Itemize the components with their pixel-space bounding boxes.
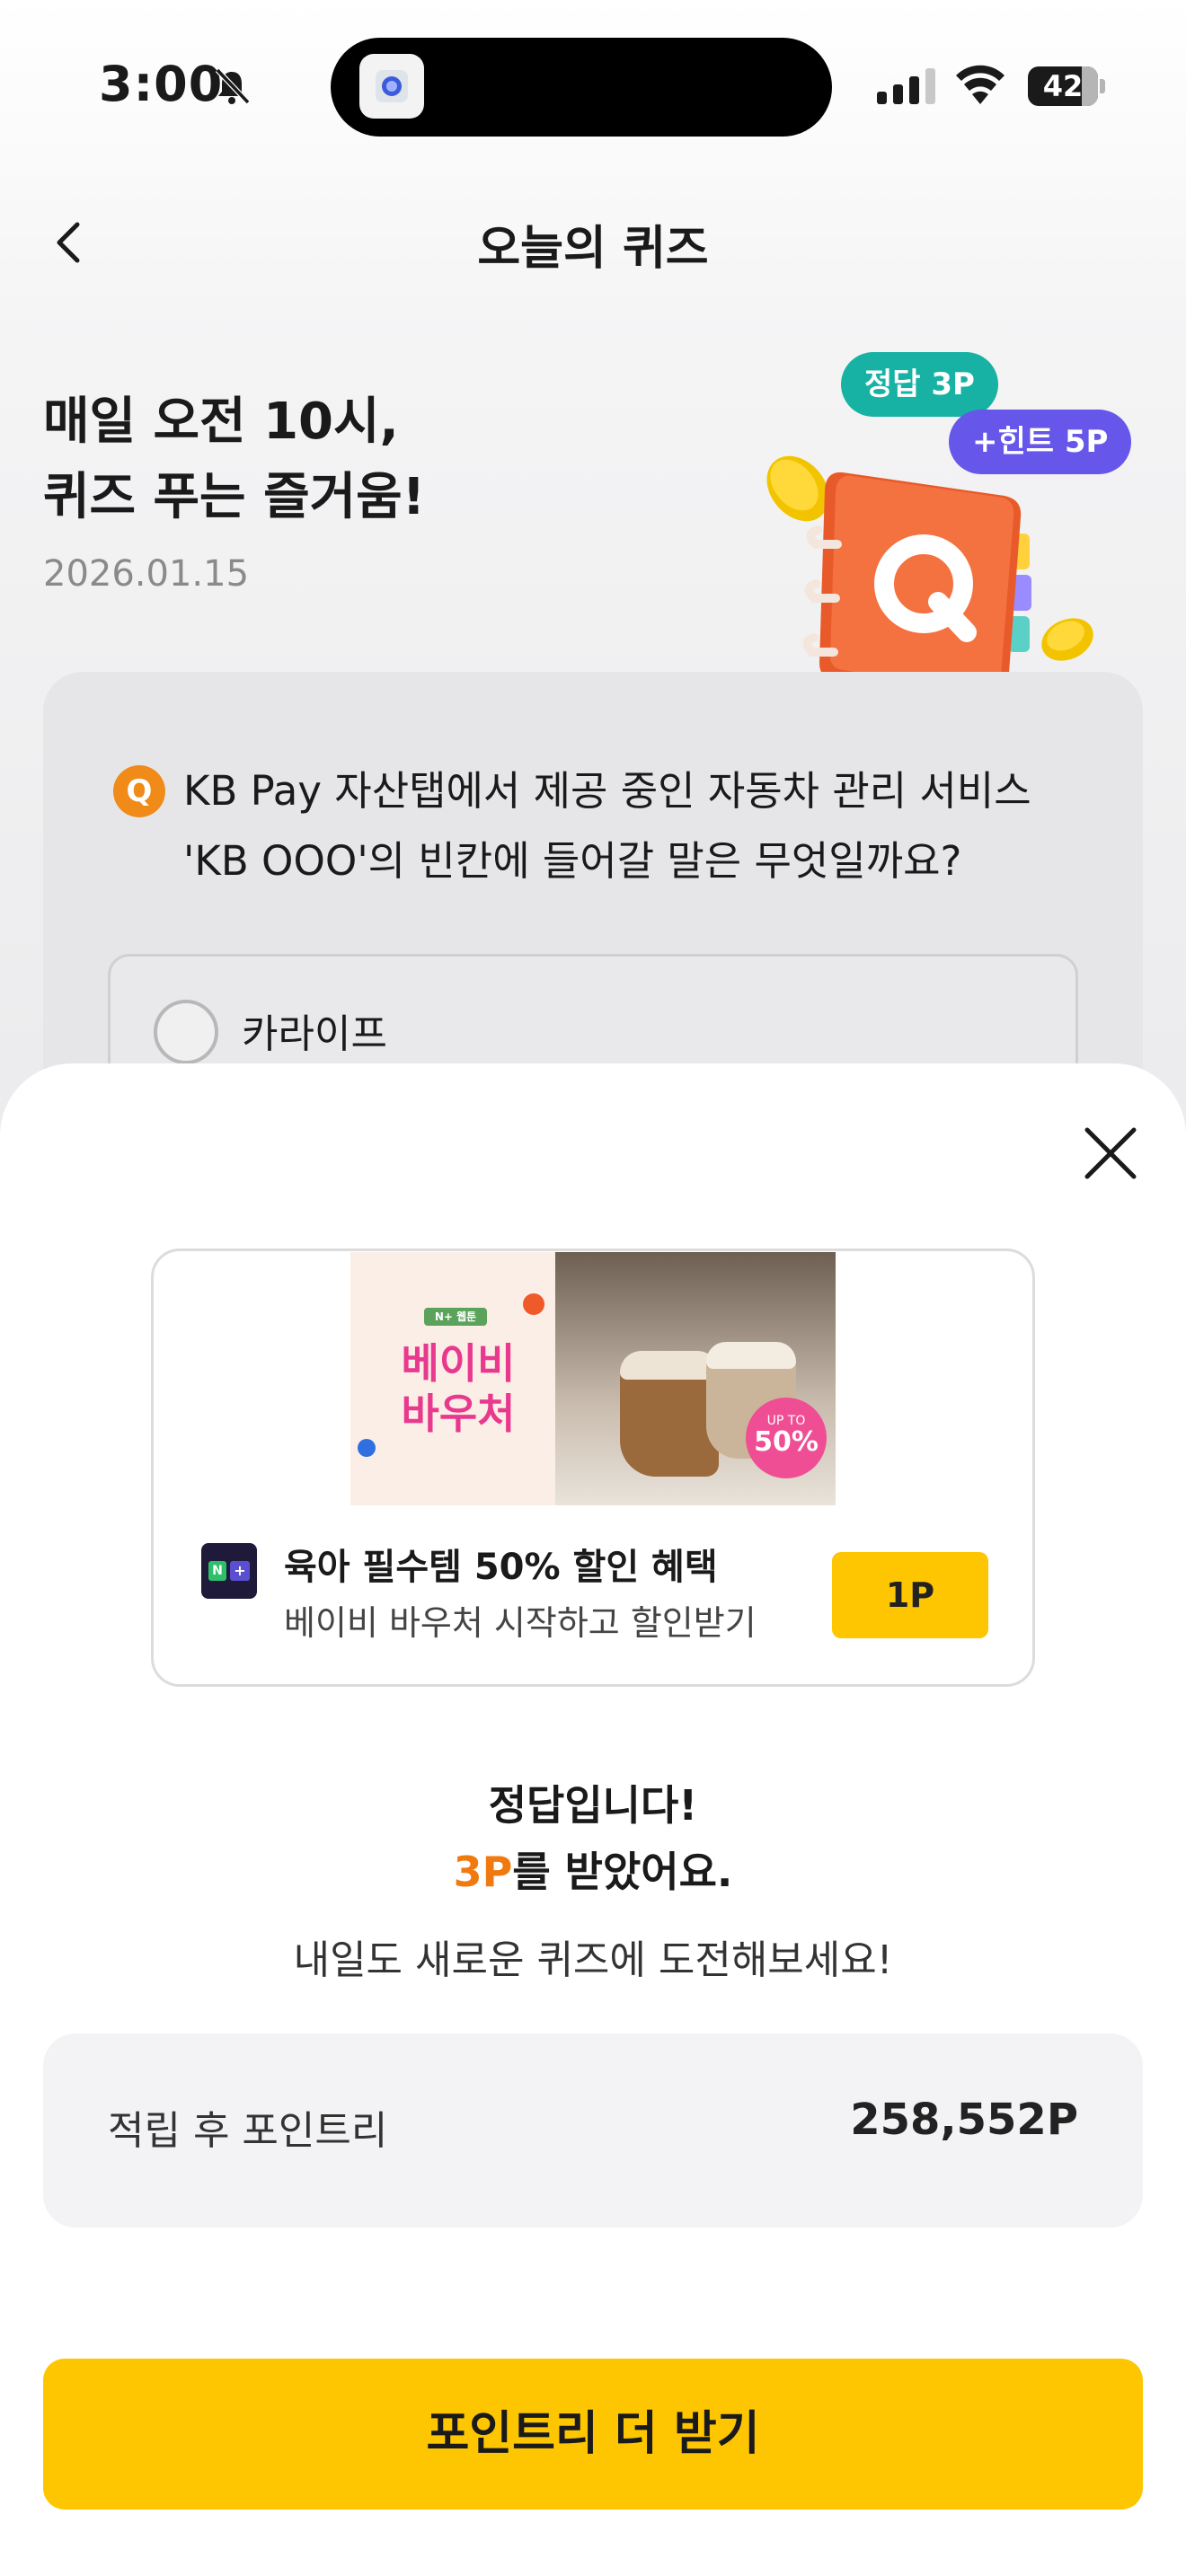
earned-points-suffix: 를 받았어요. <box>512 1848 733 1896</box>
logo-n: N <box>208 1561 226 1581</box>
hero-title: 매일 오전 10시, 퀴즈 푸는 즐거움! <box>43 384 425 535</box>
cellular-signal-icon <box>877 68 935 104</box>
earned-points: 3P <box>453 1848 513 1896</box>
status-bar: 3:00 42 <box>0 0 1186 171</box>
ad-title: 육아 필수템 50% 할인 혜택 <box>284 1547 718 1588</box>
silent-bell-icon <box>215 67 251 105</box>
battery-icon: 42 <box>1028 66 1105 106</box>
quiz-question: KB Pay 자산탭에서 제공 중인 자동차 관리 서비스 'KB OOO'의 … <box>183 767 1031 885</box>
correct-reward-bubble: 정답 3P <box>841 352 998 417</box>
logo-plus: + <box>230 1561 250 1581</box>
result-points-message: 3P를 받았어요. <box>0 1839 1186 1899</box>
navigation-bar: 오늘의 퀴즈 <box>0 189 1186 296</box>
status-time: 3:00 <box>99 56 224 112</box>
radio-button[interactable] <box>154 1000 218 1064</box>
discount-badge: UP TO 50% <box>746 1398 827 1478</box>
hero-title-line1: 매일 오전 10시, <box>43 393 399 451</box>
battery-level: 42 <box>1042 69 1084 103</box>
camera-app-icon <box>359 54 424 119</box>
result-title: 정답입니다! <box>488 1781 698 1830</box>
points-balance-label: 적립 후 포인트리 <box>108 2108 388 2154</box>
close-icon[interactable] <box>1078 1121 1143 1186</box>
answer-option-label: 카라이프 <box>242 1011 387 1057</box>
ad-banner-left: N+ 웹툰 베이비 바우처 <box>350 1252 555 1505</box>
ad-brand-tag: N+ 웹툰 <box>424 1308 487 1326</box>
quiz-date: 2026.01.15 <box>43 553 250 595</box>
ad-subtitle: 베이비 바우처 시작하고 할인받기 <box>284 1603 757 1643</box>
hero-title-line2: 퀴즈 푸는 즐거움! <box>43 468 426 526</box>
question-badge-icon: Q <box>113 765 165 817</box>
ad-brand-logo-icon: N + <box>201 1543 257 1599</box>
brown-boot-image <box>620 1351 719 1477</box>
page-title: 오늘의 퀴즈 <box>477 222 709 276</box>
star-decoration-icon <box>358 1439 376 1457</box>
ad-banner-image[interactable]: N+ 웹툰 베이비 바우처 UP TO 50% <box>350 1252 836 1505</box>
discount-percent: 50% <box>754 1426 819 1458</box>
get-more-points-button[interactable]: 포인트리 더 받기 <box>43 2359 1143 2510</box>
ad-point-button[interactable]: 1P <box>832 1552 988 1638</box>
flower-decoration-icon <box>523 1293 544 1315</box>
result-subtext: 내일도 새로운 퀴즈에 도전해보세요! <box>293 1937 893 1983</box>
ad-banner-text: 베이비 바우처 <box>401 1339 516 1438</box>
points-balance-value: 258,552P <box>850 2095 1078 2145</box>
wifi-icon <box>956 65 1005 104</box>
hint-reward-bubble: +힌트 5P <box>949 410 1132 474</box>
